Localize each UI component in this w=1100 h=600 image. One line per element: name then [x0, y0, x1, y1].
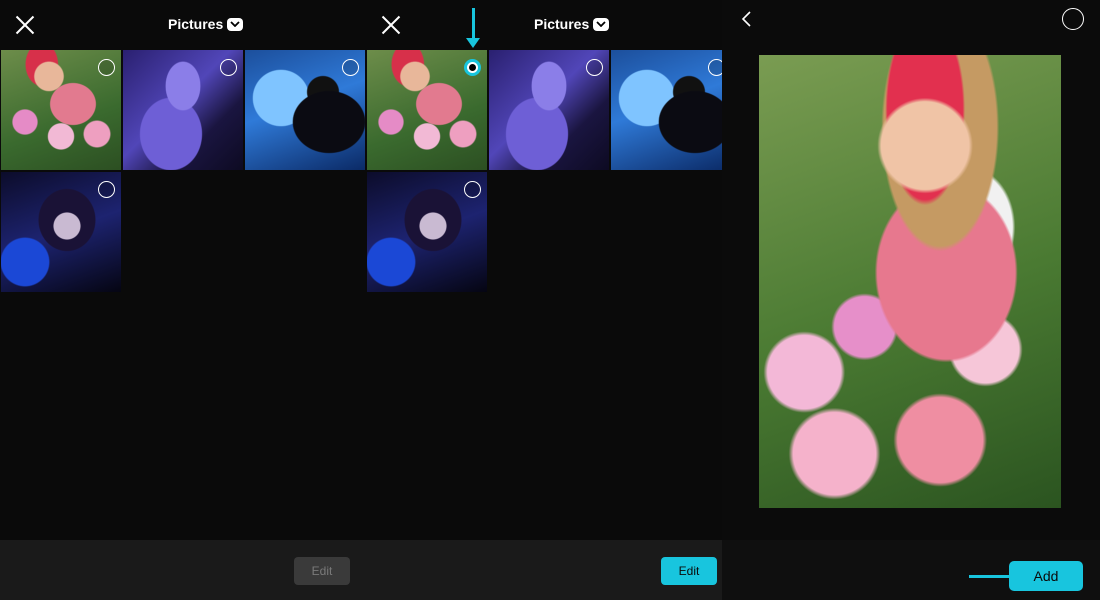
bottom-bar: Edit [0, 540, 366, 600]
select-circle-icon[interactable] [98, 181, 115, 198]
select-circle-icon[interactable] [1062, 8, 1084, 30]
photo-thumb-purple[interactable] [123, 50, 243, 170]
select-circle-icon[interactable] [586, 59, 603, 76]
add-button[interactable]: Add [1009, 561, 1083, 591]
photo-thumb-girl[interactable] [1, 50, 121, 170]
top-bar: Pictures [366, 0, 722, 50]
album-selector[interactable]: Pictures [534, 16, 610, 32]
photo-thumb-dark[interactable] [367, 172, 487, 292]
top-bar: Pictures [0, 0, 366, 50]
photo-thumb-girl[interactable] [367, 50, 487, 170]
photo-thumb-dark[interactable] [1, 172, 121, 292]
gallery-panel-default: Pictures Edit [0, 0, 366, 600]
arrow-right-icon [969, 569, 1019, 583]
photo-thumb-blue[interactable] [611, 50, 722, 170]
select-circle-icon[interactable] [464, 181, 481, 198]
select-circle-icon[interactable] [98, 59, 115, 76]
chevron-down-icon [227, 17, 244, 31]
bottom-bar: Edit [366, 540, 722, 600]
gallery-panel-selected: Pictures Edit [366, 0, 722, 600]
photo-preview-panel: Add [722, 0, 1100, 600]
arrow-down-icon [466, 8, 480, 48]
edit-button[interactable]: Edit [661, 557, 717, 585]
close-icon[interactable] [380, 14, 402, 36]
chevron-down-icon [593, 17, 610, 31]
edit-button-disabled[interactable]: Edit [294, 557, 350, 585]
close-icon[interactable] [14, 14, 36, 36]
select-circle-icon[interactable] [708, 59, 722, 76]
album-selector[interactable]: Pictures [168, 16, 244, 32]
back-arrow-icon[interactable] [738, 10, 756, 28]
photo-preview [759, 55, 1061, 508]
photo-thumb-blue[interactable] [245, 50, 365, 170]
photo-grid [367, 50, 722, 292]
select-circle-icon[interactable] [220, 59, 237, 76]
album-title: Pictures [168, 16, 224, 32]
select-circle-icon[interactable] [342, 59, 359, 76]
photo-thumb-purple[interactable] [489, 50, 609, 170]
selected-circle-icon[interactable] [464, 59, 481, 76]
album-title: Pictures [534, 16, 590, 32]
bottom-bar: Add [722, 540, 1100, 600]
photo-grid [1, 50, 365, 292]
